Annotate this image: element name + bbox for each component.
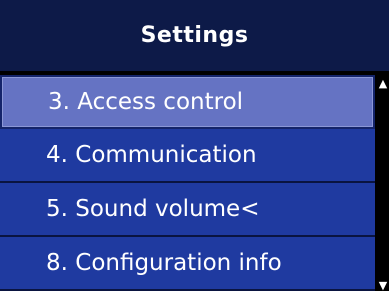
scroll-down-icon[interactable]: ▼ <box>377 280 389 291</box>
scroll-up-icon[interactable]: ▲ <box>377 78 389 89</box>
menu-item-communication[interactable]: 4. Communication <box>0 129 375 183</box>
page-title: Settings <box>0 0 389 71</box>
scrollbar[interactable] <box>377 73 389 291</box>
settings-menu: 3. Access control 4. Communication 5. So… <box>0 75 375 291</box>
settings-screen: Settings 3. Access control 4. Communicat… <box>0 0 389 291</box>
menu-item-sound-volume[interactable]: 5. Sound volume< <box>0 183 375 237</box>
menu-item-access-control[interactable]: 3. Access control <box>0 75 375 129</box>
menu-item-configuration-info[interactable]: 8. Configuration info <box>0 237 375 291</box>
